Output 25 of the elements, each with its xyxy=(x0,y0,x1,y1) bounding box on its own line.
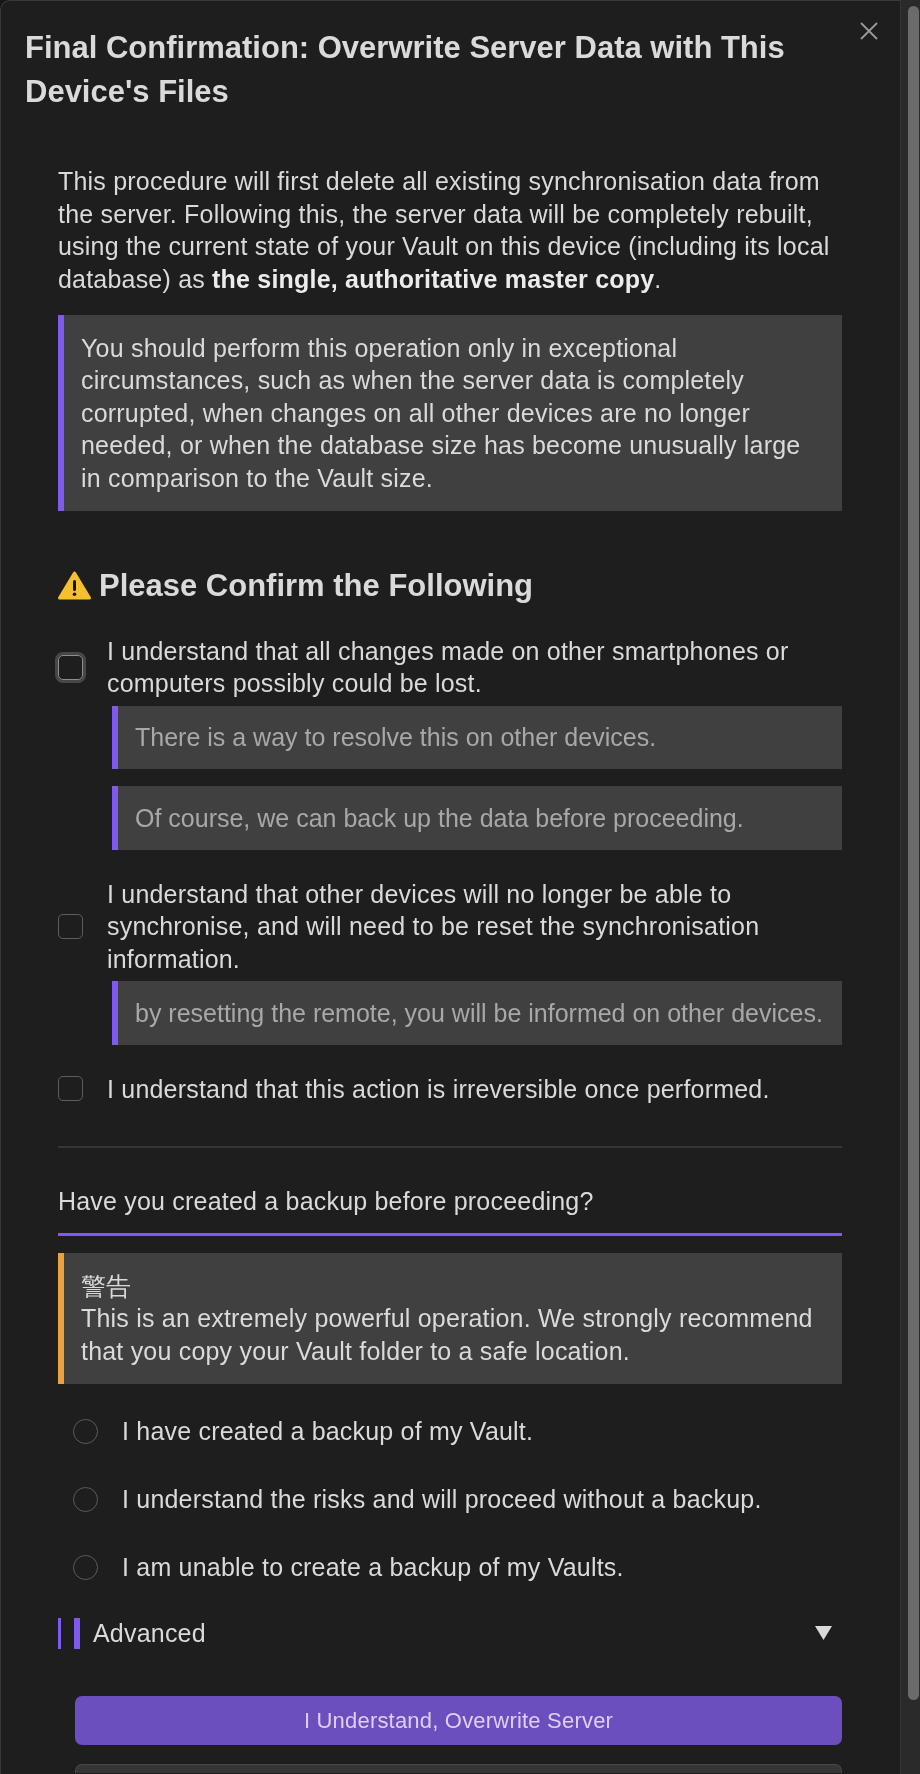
advanced-toggle[interactable]: Advanced xyxy=(58,1617,842,1649)
radio-label: I understand the risks and will proceed without a backup. xyxy=(122,1484,762,1516)
checkbox[interactable] xyxy=(58,1076,83,1102)
callout-text: This is an extremely powerful operation. We strongly recommend that you copy your Vault folder to a safe location. xyxy=(81,1303,814,1367)
note-callout: Of course, we can back up the data before proceeding. xyxy=(112,786,842,850)
dialog-title: Final Confirmation: Overwrite Server Data with This Device's Files xyxy=(25,29,786,111)
checkbox[interactable] xyxy=(58,913,83,939)
checkbox-label: I understand that all changes made on other smartphones or computers possibly could be lost. xyxy=(107,635,790,699)
checkbox-label: I understand that other devices will no longer be able to synchronise, and will need to be reset the synchronisation information. xyxy=(107,878,761,975)
radio-label: I am unable to create a backup of my Vaults. xyxy=(122,1552,624,1584)
radio-label: I have created a backup of my Vault. xyxy=(122,1416,534,1448)
checkbox-label: I understand that this action is irreversible once performed. xyxy=(107,1073,771,1105)
info-callout: You should perform this operation only in exceptional circumstances, such as when the server data is completely corrupted, when changes on all other devices are no longer needed, or when the database size has become unusually large in comparison to the Vault size. xyxy=(58,315,842,511)
intro-paragraph: This procedure will first delete all existing synchronisation data from the server. Following this, the server data will be completely rebuilt, using the current state of your Vault on this device (including its local database) as the single, authoritative master copy. xyxy=(58,166,831,295)
accent-bar-icon xyxy=(74,1617,80,1649)
note-callout: There is a way to resolve this on other devices. xyxy=(112,705,842,769)
warning-icon xyxy=(58,571,91,600)
scrollbar-thumb[interactable] xyxy=(908,6,919,1700)
primary-button[interactable]: I Understand, Overwrite Server xyxy=(75,1695,842,1745)
section-heading: Please Confirm the Following xyxy=(99,567,534,604)
note-callout: by resetting the remote, you will be informed on other devices. xyxy=(112,981,842,1045)
close-icon[interactable] xyxy=(860,22,878,40)
secondary-button[interactable] xyxy=(75,1763,842,1773)
question-heading: Have you created a backup before proceeding? xyxy=(58,1185,842,1236)
callout-title: 警告 xyxy=(81,1270,133,1302)
